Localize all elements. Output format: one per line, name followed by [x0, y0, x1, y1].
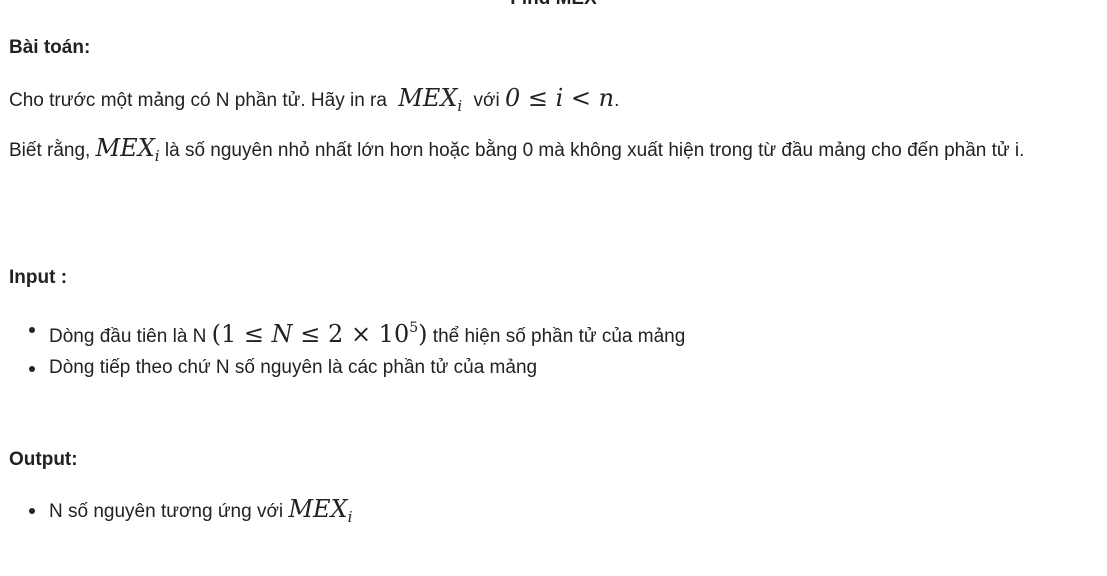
problem-heading: Bài toán: — [9, 37, 91, 58]
math-condition: 0 ≤ i < n — [504, 84, 615, 112]
list-item-text: N số nguyên tương ứng với — [49, 501, 284, 522]
list-item: Dòng đầu tiên là N (1 ≤ N ≤ 2 × 105) thể… — [9, 313, 685, 352]
output-list: N số nguyên tương ứng với MEXi — [9, 494, 352, 533]
list-item-text: Dòng đầu tiên là N — [49, 326, 207, 347]
statement-text: với — [473, 90, 500, 111]
statement-text: . — [614, 90, 620, 111]
input-heading: Input : — [9, 267, 68, 288]
math-mex: MEXi — [95, 134, 160, 165]
bullet-icon — [29, 327, 35, 333]
page-title: Find MEX — [0, 0, 1107, 10]
math-constraint: (1 ≤ N ≤ 2 × 105) — [211, 320, 428, 348]
list-item: N số nguyên tương ứng với MEXi — [9, 494, 352, 533]
math-mex: MEXi — [398, 84, 463, 115]
list-item: Dòng tiếp theo chứ N số nguyên là các ph… — [9, 352, 685, 383]
input-list: Dòng đầu tiên là N (1 ≤ N ≤ 2 × 105) thể… — [9, 313, 685, 383]
list-item-text: Dòng tiếp theo chứ N số nguyên là các ph… — [49, 357, 538, 378]
math-mex: MEXi — [288, 495, 353, 526]
problem-statement-line1: Cho trước một mảng có N phần tử. Hãy in … — [9, 83, 1087, 121]
statement-text: là số nguyên nhỏ nhất lớn hơn hoặc bằng … — [164, 140, 1025, 161]
statement-text: Cho trước một mảng có N phần tử. Hãy in … — [9, 90, 387, 111]
bullet-icon — [29, 366, 35, 372]
output-heading: Output: — [9, 449, 78, 470]
statement-text: Biết rằng, — [9, 140, 91, 161]
list-item-text: thể hiện số phần tử của mảng — [432, 326, 686, 347]
problem-statement-line2: Biết rằng, MEXi là số nguyên nhỏ nhất lớ… — [9, 133, 1087, 171]
bullet-icon — [29, 508, 35, 514]
